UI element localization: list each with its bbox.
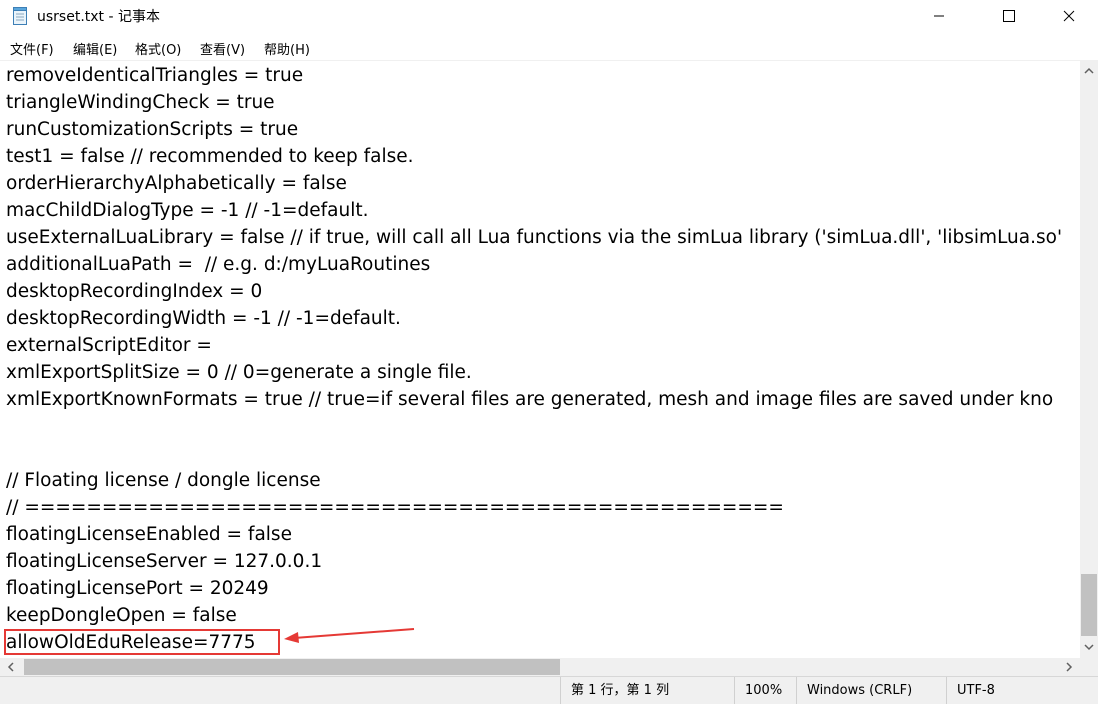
text-line: // =====================================… <box>6 497 784 518</box>
menu-bar: 文件(F) 编辑(E) 格式(O) 查看(V) 帮助(H) <box>0 34 1098 60</box>
text-line: useExternalLuaLibrary = false // if true… <box>6 227 1063 248</box>
annotation-highlight-box <box>4 629 280 655</box>
window-title: usrset.txt - 记事本 <box>37 9 160 25</box>
scroll-right-button[interactable] <box>1060 658 1078 676</box>
text-line: floatingLicenseServer = 127.0.0.1 <box>6 551 323 572</box>
menu-file[interactable]: 文件(F) <box>10 39 54 58</box>
close-icon <box>1063 10 1075 22</box>
encoding: UTF-8 <box>946 677 1097 704</box>
close-button[interactable] <box>1046 0 1092 32</box>
scroll-left-button[interactable] <box>2 658 20 676</box>
chevron-left-icon <box>7 662 14 672</box>
menu-format[interactable]: 格式(O) <box>135 39 181 58</box>
text-line: // Floating license / dongle license <box>6 470 321 491</box>
annotation-arrow-icon <box>284 628 415 643</box>
text-line: floatingLicenseEnabled = false <box>6 524 292 545</box>
cursor-position: 第 1 行，第 1 列 <box>560 677 733 704</box>
chevron-down-icon <box>1084 644 1094 651</box>
horizontal-scroll-thumb[interactable] <box>24 659 560 675</box>
text-line: triangleWindingCheck = true <box>6 92 275 113</box>
text-line: desktopRecordingWidth = -1 // -1=default… <box>6 308 401 329</box>
line-ending: Windows (CRLF) <box>796 677 937 704</box>
text-editor[interactable]: removeIdenticalTriangles = true triangle… <box>0 60 1080 659</box>
scrollbar-corner <box>1080 658 1098 676</box>
status-bar: 第 1 行，第 1 列 100% Windows (CRLF) UTF-8 <box>0 676 1098 704</box>
minimize-button[interactable] <box>916 0 962 32</box>
text-line: externalScriptEditor = <box>6 335 218 356</box>
menu-view[interactable]: 查看(V) <box>200 39 245 58</box>
text-line: floatingLicensePort = 20249 <box>6 578 269 599</box>
text-line: xmlExportSplitSize = 0 // 0=generate a s… <box>6 362 472 383</box>
menu-help[interactable]: 帮助(H) <box>264 39 310 58</box>
text-line: macChildDialogType = -1 // -1=default. <box>6 200 369 221</box>
title-bar[interactable]: usrset.txt - 记事本 <box>0 0 1098 34</box>
text-line: xmlExportKnownFormats = true // true=if … <box>6 389 1054 410</box>
text-line: keepDongleOpen = false <box>6 605 237 626</box>
chevron-right-icon <box>1066 662 1073 672</box>
chevron-up-icon <box>1084 67 1094 74</box>
menu-edit[interactable]: 编辑(E) <box>73 39 117 58</box>
text-line: desktopRecordingIndex = 0 <box>6 281 263 302</box>
vertical-scrollbar[interactable] <box>1080 60 1098 658</box>
notepad-icon <box>12 7 28 25</box>
maximize-button[interactable] <box>986 0 1032 32</box>
text-line: additionalLuaPath = // e.g. d:/myLuaRout… <box>6 254 431 275</box>
text-line: removeIdenticalTriangles = true <box>6 65 304 86</box>
maximize-icon <box>1003 10 1015 22</box>
text-line: test1 = false // recommended to keep fal… <box>6 146 414 167</box>
text-line: runCustomizationScripts = true <box>6 119 299 140</box>
zoom-level: 100% <box>734 677 797 704</box>
horizontal-scrollbar[interactable] <box>0 658 1080 676</box>
minimize-icon <box>934 15 944 17</box>
text-line: orderHierarchyAlphabetically = false <box>6 173 347 194</box>
vertical-scroll-thumb[interactable] <box>1081 574 1097 636</box>
scroll-down-button[interactable] <box>1080 638 1098 656</box>
scroll-up-button[interactable] <box>1080 62 1098 80</box>
